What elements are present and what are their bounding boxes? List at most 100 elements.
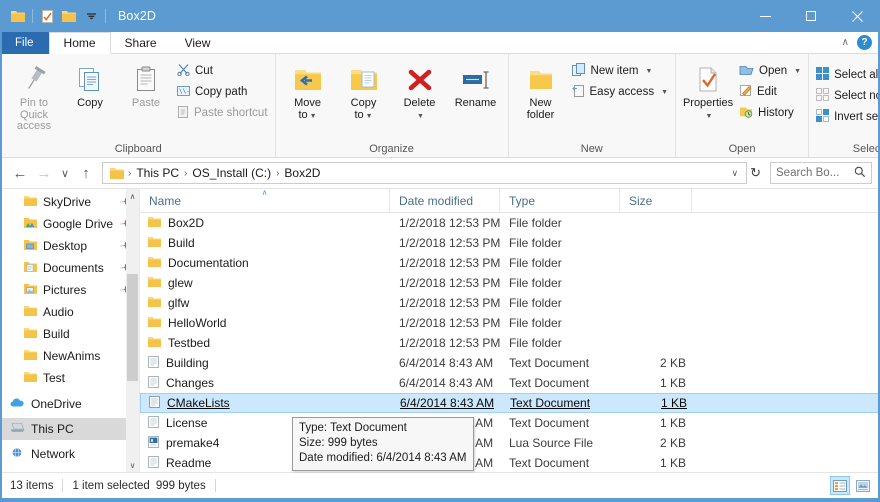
rename-button[interactable]: Rename [448, 59, 504, 110]
table-row[interactable]: Readme 6/4/2014 8:43 AM Text Document 1 … [140, 453, 880, 472]
select-none-button[interactable]: Select none [813, 86, 880, 106]
search-box[interactable]: Search Bo... [770, 162, 872, 184]
breadcrumb-item-box2d[interactable]: Box2D [281, 166, 323, 180]
new-item-caret-icon[interactable]: ▼ [645, 68, 652, 75]
close-button[interactable] [834, 0, 880, 32]
folder-icon [24, 195, 37, 209]
tab-share[interactable]: Share [111, 32, 171, 54]
column-header-date-modified[interactable]: Date modified [390, 188, 500, 213]
collapse-ribbon-icon[interactable]: ∧ [842, 37, 849, 48]
history-button[interactable]: History [736, 103, 804, 123]
breadcrumb-separator-2[interactable]: › [274, 168, 281, 179]
delete-button[interactable]: Delete ▼ [392, 59, 448, 122]
qat-folder-icon[interactable] [7, 5, 29, 27]
paste-button[interactable]: Paste [118, 59, 174, 110]
refresh-button[interactable]: ↻ [747, 165, 764, 181]
paste-shortcut-label: Paste shortcut [194, 107, 268, 119]
pin-to-quick-access-button[interactable]: Pin to Quick access [6, 59, 62, 133]
details-view-button[interactable] [830, 476, 850, 495]
copy-to-caret-icon[interactable]: ▼ [366, 113, 373, 120]
open-caret-icon[interactable]: ▼ [794, 68, 801, 75]
breadcrumb-separator-0[interactable]: › [126, 168, 133, 179]
status-selection-size: 999 bytes [155, 479, 206, 492]
qat-properties-icon[interactable] [36, 5, 58, 27]
breadcrumb-separator-1[interactable]: › [182, 168, 189, 179]
move-to-caret-icon[interactable]: ▼ [310, 113, 317, 120]
cut-button[interactable]: Cut [174, 61, 271, 81]
qat-new-folder-icon[interactable] [58, 5, 80, 27]
paste-shortcut-button[interactable]: Paste shortcut [174, 103, 271, 123]
copy-to-button[interactable]: Copy to ▼ [336, 59, 392, 122]
table-row[interactable]: Build 1/2/2018 12:53 PM File folder [140, 233, 880, 253]
table-row[interactable]: HelloWorld 1/2/2018 12:53 PM File folder [140, 313, 880, 333]
table-row[interactable]: Building 6/4/2014 8:43 AM Text Document … [140, 353, 880, 373]
sidebar-item-desktop[interactable]: Desktop 📌 [0, 235, 139, 257]
table-row[interactable]: License 6/4/2014 8:43 AM Text Document 1… [140, 413, 880, 433]
move-to-button[interactable]: Move to ▼ [280, 59, 336, 122]
easy-access-caret-icon[interactable]: ▼ [661, 89, 668, 96]
table-row[interactable]: premake4 6/4/2014 8:43 AM Lua Source Fil… [140, 433, 880, 453]
tab-view[interactable]: View [171, 32, 225, 54]
table-row[interactable]: Testbed 1/2/2018 12:53 PM File folder [140, 333, 880, 353]
scroll-up-icon[interactable]: ∧ [126, 189, 139, 203]
delete-caret-icon[interactable]: ▼ [417, 113, 424, 120]
tab-strip-right-controls: ∧ ? [842, 32, 880, 53]
up-button[interactable]: ↑ [74, 161, 98, 185]
sidebar-item-network[interactable]: Network [0, 443, 139, 465]
search-input[interactable]: Search Bo... [776, 167, 854, 179]
scrollbar-track[interactable] [126, 203, 139, 458]
column-header-name[interactable]: ∧ Name [140, 188, 390, 213]
breadcrumb-item-this-pc[interactable]: This PC [133, 166, 182, 180]
copy-path-button[interactable]: \\- Copy path [174, 82, 271, 102]
table-row-selected[interactable]: CMakeLists 6/4/2014 8:43 AM Text Documen… [140, 393, 880, 413]
edit-button[interactable]: Edit [736, 82, 804, 102]
column-header-label: Date modified [399, 193, 474, 208]
qat-chevron-down-icon[interactable] [80, 5, 102, 27]
column-header-type[interactable]: Type [500, 188, 620, 213]
copy-button[interactable]: Copy [62, 59, 118, 110]
address-dropdown-icon[interactable]: ∨ [728, 168, 743, 179]
scrollbar-thumb[interactable] [127, 274, 138, 382]
tab-file[interactable]: File [0, 32, 49, 54]
table-row[interactable]: glfw 1/2/2018 12:53 PM File folder [140, 293, 880, 313]
large-icons-view-button[interactable] [853, 476, 873, 495]
new-folder-label-1: New [529, 97, 552, 109]
new-folder-button[interactable]: New folder [513, 59, 569, 121]
properties-button[interactable]: Properties ▼ [680, 59, 736, 122]
back-button[interactable]: ← [8, 161, 32, 185]
recent-locations-button[interactable]: ∨ [56, 161, 74, 185]
folder-icon [148, 256, 161, 270]
sidebar-item-audio[interactable]: Audio [0, 301, 139, 323]
sidebar-item-build[interactable]: Build [0, 323, 139, 345]
easy-access-button[interactable]: Easy access ▼ [569, 82, 672, 102]
help-icon[interactable]: ? [857, 35, 872, 50]
tab-home[interactable]: Home [48, 32, 111, 54]
table-row[interactable]: Box2D 1/2/2018 12:53 PM File folder [140, 213, 880, 233]
sidebar-item-test[interactable]: Test [0, 367, 139, 389]
status-item-count: 13 items [10, 479, 54, 492]
sidebar-item-pictures[interactable]: Pictures 📌 [0, 279, 139, 301]
select-all-button[interactable]: Select all [813, 65, 880, 85]
new-item-button[interactable]: New item ▼ [569, 61, 672, 81]
sidebar-item-onedrive[interactable]: OneDrive [0, 393, 139, 415]
sidebar-item-this-pc[interactable]: This PC [0, 418, 139, 440]
table-row[interactable]: Documentation 1/2/2018 12:53 PM File fol… [140, 253, 880, 273]
sidebar-item-newanims[interactable]: NewAnims [0, 345, 139, 367]
maximize-button[interactable] [788, 0, 834, 32]
search-icon[interactable] [854, 166, 866, 181]
sidebar-item-documents[interactable]: Documents 📌 [0, 257, 139, 279]
sidebar-scrollbar[interactable]: ∧ ∨ [126, 189, 139, 472]
properties-caret-icon[interactable]: ▼ [706, 113, 713, 120]
column-header-size[interactable]: Size [620, 188, 692, 213]
forward-button[interactable]: → [32, 161, 56, 185]
invert-selection-button[interactable]: Invert selection [813, 107, 880, 127]
scroll-down-icon[interactable]: ∨ [126, 458, 139, 472]
sidebar-item-google-drive[interactable]: Google Drive 📌 [0, 213, 139, 235]
open-button[interactable]: Open ▼ [736, 61, 804, 81]
minimize-button[interactable] [742, 0, 788, 32]
breadcrumb-item-os-install[interactable]: OS_Install (C:) [189, 166, 274, 180]
table-row[interactable]: glew 1/2/2018 12:53 PM File folder [140, 273, 880, 293]
breadcrumb[interactable]: › This PC › OS_Install (C:) › Box2D ∨ [102, 162, 748, 184]
sidebar-item-skydrive[interactable]: SkyDrive 📌 [0, 191, 139, 213]
table-row[interactable]: Changes 6/4/2014 8:43 AM Text Document 1… [140, 373, 880, 393]
